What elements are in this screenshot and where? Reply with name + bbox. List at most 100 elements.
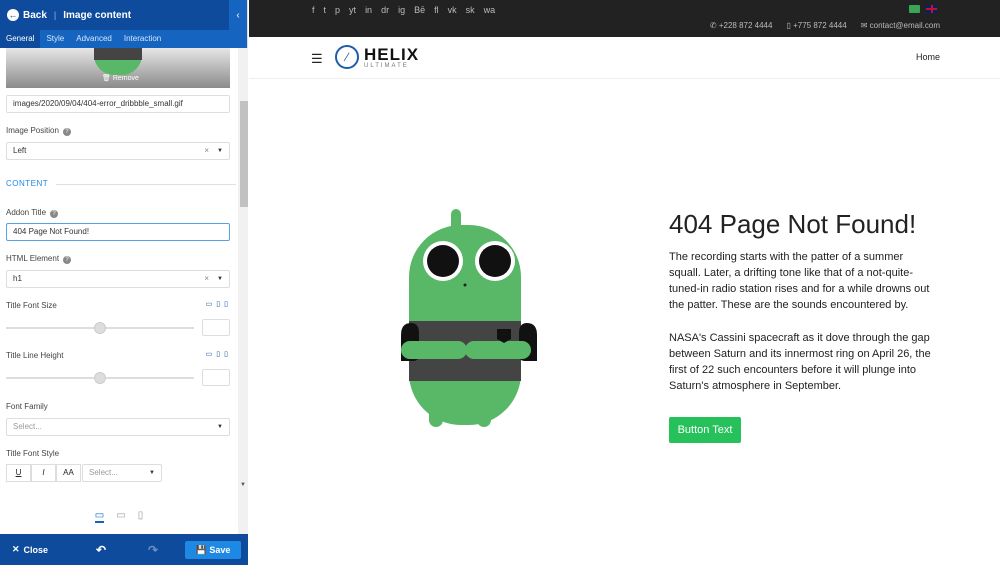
site-navbar: ☰ ∕ HELIX ULTIMATE Home (249, 37, 1000, 79)
back-button[interactable]: ← Back (0, 9, 47, 21)
twitter-icon[interactable]: t (324, 5, 327, 15)
dribbble-icon[interactable]: dr (381, 5, 389, 15)
save-icon: 💾 (195, 544, 207, 555)
paragraph-1: The recording starts with the patter of … (669, 251, 930, 311)
html-element-value: h1 (13, 274, 22, 283)
linkedin-icon[interactable]: in (365, 5, 372, 15)
nav-home-link[interactable]: Home (916, 52, 940, 62)
phone-contact[interactable]: ✆ +228 872 4444 (710, 21, 773, 30)
font-family-select[interactable]: Select... ▼ (6, 418, 230, 436)
font-weight-placeholder: Select... (89, 468, 118, 477)
flickr-icon[interactable]: fl (434, 5, 439, 15)
desktop-icon[interactable]: ▭ (94, 510, 105, 523)
html-element-select[interactable]: h1 × ▼ (6, 270, 230, 288)
addon-title-input[interactable]: 404 Page Not Found! (6, 223, 230, 241)
font-size-slider-handle[interactable] (94, 322, 106, 334)
envelope-icon: ✉ (860, 21, 868, 30)
trash-icon: 🗑 (102, 75, 111, 82)
html-element-text: HTML Element (6, 254, 60, 263)
social-links: f t p yt in dr ig Bē fl vk sk wa (312, 5, 495, 15)
uppercase-button[interactable]: AA (56, 464, 81, 482)
html-element-label: HTML Element? (6, 254, 72, 264)
tab-interaction[interactable]: Interaction (118, 30, 167, 48)
close-icon: ✕ (12, 544, 20, 554)
panel-header: ← Back | Image content ‹ (0, 0, 247, 30)
line-height-slider-handle[interactable] (94, 372, 106, 384)
tab-general[interactable]: General (0, 30, 41, 52)
youtube-icon[interactable]: yt (349, 5, 356, 15)
remove-image-button[interactable]: 🗑 Remove (102, 74, 139, 82)
image-position-select[interactable]: Left × ▼ (6, 142, 230, 160)
phone-icon[interactable]: ▯ (224, 350, 228, 358)
site-logo[interactable]: ∕ HELIX ULTIMATE (335, 45, 419, 69)
close-label: Close (23, 544, 49, 555)
tablet-icon[interactable]: ▯ (216, 300, 220, 308)
mobile-text: +775 872 4444 (793, 21, 847, 30)
facebook-icon[interactable]: f (312, 5, 315, 15)
undo-button[interactable]: ↶ (75, 543, 127, 557)
site-preview: f t p yt in dr ig Bē fl vk sk wa ✆ +228 … (249, 0, 1000, 565)
panel-tabs: General Style Advanced Interaction (0, 30, 247, 52)
desktop-icon[interactable]: ▭ (206, 350, 213, 358)
mobile-contact[interactable]: ▯ +775 872 4444 (786, 21, 846, 30)
desktop-icon[interactable]: ▭ (206, 300, 213, 308)
panel-title: Image content (63, 9, 132, 21)
clear-icon[interactable]: × (204, 143, 209, 159)
clear-icon[interactable]: × (204, 271, 209, 287)
cta-button[interactable]: Button Text (669, 417, 741, 443)
panel-scrollbar[interactable]: ▼ (238, 48, 248, 534)
image-path-input[interactable]: images/2020/09/04/404-error_dribbble_sma… (6, 95, 230, 113)
italic-button[interactable]: I (31, 464, 56, 482)
save-label: Save (209, 544, 231, 555)
tablet-icon[interactable]: ▭ (116, 510, 125, 523)
chevron-left-icon: ‹ (236, 9, 240, 21)
arrow-left-icon: ← (7, 9, 19, 21)
scroll-down-icon[interactable]: ▼ (240, 482, 246, 488)
mascot-thumbnail (94, 48, 142, 75)
panel-scroll-area: 🗑 Remove images/2020/09/04/404-error_dri… (0, 48, 248, 534)
image-position-text: Image Position (6, 126, 59, 135)
undo-icon: ↶ (95, 542, 107, 557)
phone-icon[interactable]: ▯ (138, 510, 144, 523)
editor-panel: ← Back | Image content ‹ General Style A… (0, 0, 248, 565)
behance-icon[interactable]: Bē (414, 5, 425, 15)
caret-down-icon: ▼ (217, 276, 223, 282)
device-switcher: ▭ ▯ ▯ (206, 350, 228, 358)
font-family-placeholder: Select... (13, 422, 42, 431)
tab-style[interactable]: Style (40, 30, 70, 48)
phone-icon[interactable]: ▯ (224, 300, 228, 308)
font-style-buttons: U I AA (6, 464, 81, 482)
title-font-size-label: Title Font Size (6, 301, 57, 310)
underline-button[interactable]: U (6, 464, 31, 482)
instagram-icon[interactable]: ig (398, 5, 405, 15)
help-icon[interactable]: ? (63, 256, 72, 264)
save-button[interactable]: 💾 Save (185, 540, 241, 559)
contact-info: ✆ +228 872 4444 ▯ +775 872 4444 ✉ contac… (710, 21, 940, 30)
scrollbar-thumb[interactable] (240, 101, 248, 207)
caret-down-icon: ▼ (217, 148, 223, 154)
help-icon[interactable]: ? (62, 128, 71, 136)
pinterest-icon[interactable]: p (335, 5, 340, 15)
remove-label: Remove (112, 75, 139, 82)
uk-flag-icon[interactable] (926, 5, 937, 13)
arabic-flag-icon[interactable] (909, 5, 920, 13)
redo-button[interactable]: ↷ (127, 543, 179, 557)
logo-mark-icon: ∕ (335, 45, 359, 69)
logo-title: HELIX (364, 44, 420, 64)
skype-icon[interactable]: sk (466, 5, 475, 15)
font-weight-select[interactable]: Select... ▼ (82, 464, 162, 482)
email-contact[interactable]: ✉ contact@email.com (861, 21, 940, 30)
panel-footer: ✕ Close ↶ ↷ 💾 Save (0, 534, 248, 565)
whatsapp-icon[interactable]: wa (484, 5, 496, 15)
tab-advanced[interactable]: Advanced (70, 30, 118, 48)
collapse-panel-button[interactable]: ‹ (229, 0, 247, 30)
tablet-icon[interactable]: ▯ (216, 350, 220, 358)
close-button[interactable]: ✕ Close (0, 544, 75, 555)
addon-title-text: Addon Title (6, 208, 47, 217)
font-size-input[interactable] (202, 319, 230, 336)
hamburger-menu-icon[interactable]: ☰ (311, 51, 323, 67)
paragraph-2: NASA's Cassini spacecraft as it dove thr… (669, 332, 931, 392)
line-height-input[interactable] (202, 369, 230, 386)
help-icon[interactable]: ? (50, 210, 59, 218)
vk-icon[interactable]: vk (448, 5, 457, 15)
